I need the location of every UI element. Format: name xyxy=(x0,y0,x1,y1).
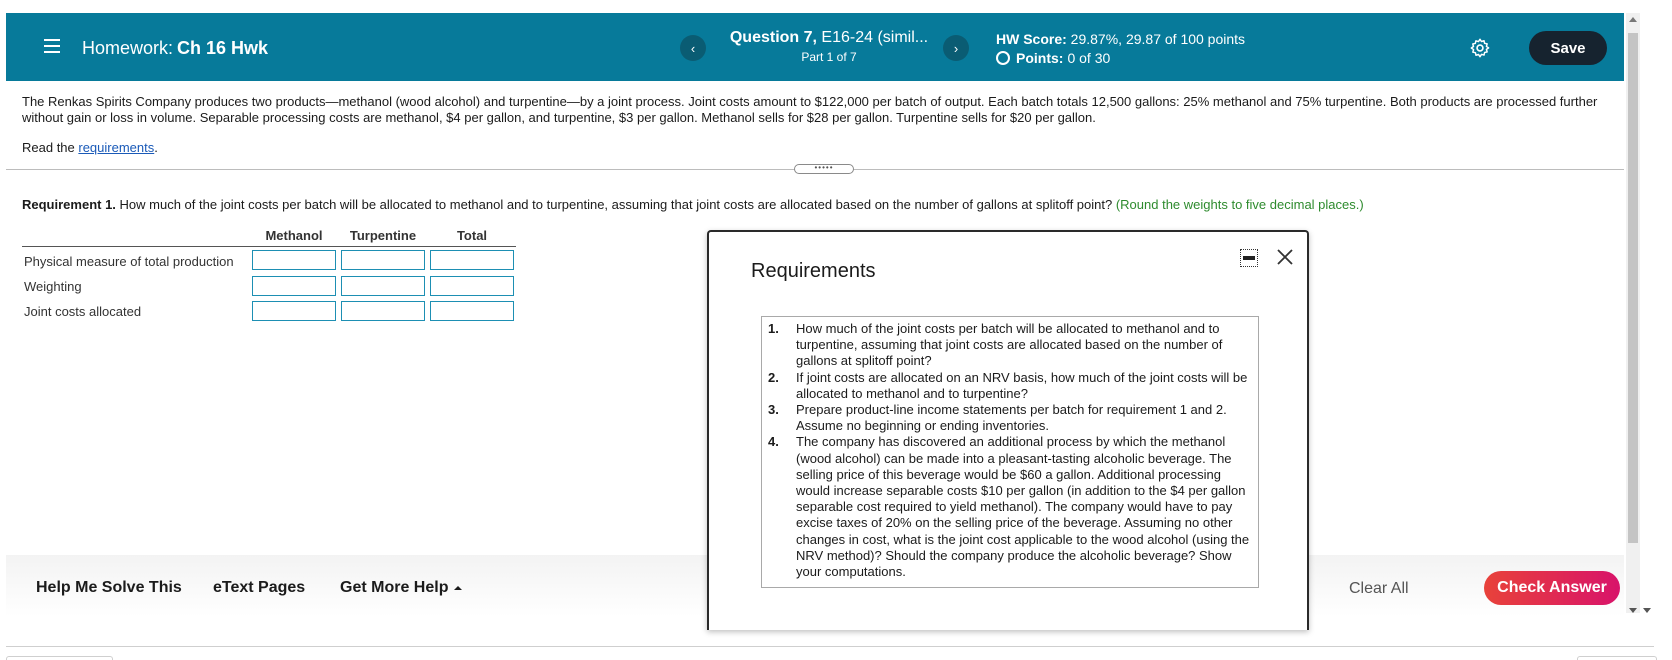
row-label-joint-costs: Joint costs allocated xyxy=(24,304,142,319)
read-suffix: . xyxy=(154,140,158,155)
table-header-rule xyxy=(22,246,516,247)
requirement-number: 2. xyxy=(768,369,779,385)
problem-statement: The Renkas Spirits Company produces two … xyxy=(22,94,1598,125)
hw-score-value: 29.87%, 29.87 of 100 points xyxy=(1066,31,1246,47)
footer-divider xyxy=(6,646,1654,647)
help-me-solve-button[interactable]: Help Me Solve This xyxy=(36,579,182,597)
next-question-button[interactable]: › xyxy=(943,35,969,61)
gear-icon[interactable] xyxy=(1469,37,1491,59)
requirement-text: Prepare product-line income statements p… xyxy=(796,402,1227,434)
input-joint-costs-methanol[interactable] xyxy=(252,301,336,321)
homework-label: Homework: xyxy=(82,38,174,58)
homework-title: Homework: Ch 16 Hwk xyxy=(82,38,268,59)
scroll-up-icon[interactable] xyxy=(1629,17,1637,22)
list-item: 3. Prepare product-line income statement… xyxy=(768,402,1254,434)
requirement-1-label: Requirement 1. xyxy=(22,197,116,212)
requirements-link[interactable]: requirements xyxy=(78,140,154,155)
close-icon[interactable] xyxy=(1275,247,1295,267)
etext-pages-button[interactable]: eText Pages xyxy=(213,579,305,597)
points-value: 0 of 30 xyxy=(1067,50,1111,66)
get-more-help-label: Get More Help xyxy=(340,579,449,596)
column-header-methanol: Methanol xyxy=(265,228,323,243)
input-joint-costs-turpentine[interactable] xyxy=(341,301,425,321)
requirement-text: How much of the joint costs per batch wi… xyxy=(796,321,1223,369)
homework-name: Ch 16 Hwk xyxy=(177,38,269,58)
column-header-turpentine: Turpentine xyxy=(349,228,417,243)
header-bar: Homework: Ch 16 Hwk ‹ Question 7, E16-24 … xyxy=(6,13,1624,81)
hw-score: HW Score: 29.87%, 29.87 of 100 points xyxy=(996,31,1245,47)
previous-question-button[interactable]: ‹ xyxy=(680,35,706,61)
input-joint-costs-total[interactable] xyxy=(430,301,514,321)
clear-all-button[interactable]: Clear All xyxy=(1349,580,1409,598)
requirement-text: If joint costs are allocated on an NRV b… xyxy=(796,369,1248,401)
input-weighting-methanol[interactable] xyxy=(252,276,336,296)
footer-tab-right[interactable] xyxy=(1577,656,1657,660)
list-item: 1. How much of the joint costs per batch… xyxy=(768,321,1254,370)
row-label-physical-measure: Physical measure of total production xyxy=(24,254,234,269)
list-item: 2. If joint costs are allocated on an NR… xyxy=(768,370,1254,402)
question-title[interactable]: Question 7, E16-24 (simil... xyxy=(724,29,934,47)
requirement-text: The company has discovered an additional… xyxy=(796,434,1250,580)
input-weighting-turpentine[interactable] xyxy=(341,276,425,296)
input-physical-turpentine[interactable] xyxy=(341,250,425,270)
dialog-title: Requirements xyxy=(751,260,876,282)
footer-tab-left[interactable] xyxy=(6,656,113,660)
requirements-dialog: Requirements 1. How much of the joint co… xyxy=(707,230,1309,630)
column-header-total: Total xyxy=(456,228,488,243)
caret-up-icon xyxy=(454,585,463,590)
scroll-thumb[interactable] xyxy=(1628,33,1638,543)
scroll-down-icon-secondary[interactable] xyxy=(1643,608,1651,613)
list-item: 4. The company has discovered an additio… xyxy=(768,434,1254,580)
points: Points: 0 of 30 xyxy=(996,50,1110,66)
input-physical-methanol[interactable] xyxy=(252,250,336,270)
requirement-number: 4. xyxy=(768,434,779,450)
scroll-down-icon[interactable] xyxy=(1629,608,1637,613)
requirement-number: 1. xyxy=(768,321,779,336)
question-number: Question 7, xyxy=(729,29,817,46)
check-answer-button[interactable]: Check Answer xyxy=(1484,571,1620,605)
get-more-help-button[interactable]: Get More Help xyxy=(340,579,463,597)
hw-score-label: HW Score: xyxy=(996,31,1067,47)
points-label: Points: xyxy=(1016,50,1064,66)
question-name: E16-24 (simil... xyxy=(816,29,929,46)
read-requirements: Read the requirements. xyxy=(22,140,158,155)
requirement-1-text: How much of the joint costs per batch wi… xyxy=(115,197,1116,212)
requirements-list: 1. How much of the joint costs per batch… xyxy=(761,316,1259,588)
row-label-weighting: Weighting xyxy=(24,279,82,294)
requirement-number: 3. xyxy=(768,402,779,418)
resize-handle[interactable]: ••••• xyxy=(794,164,854,174)
points-circle-icon xyxy=(996,51,1010,65)
page-scrollbar[interactable] xyxy=(1626,13,1640,613)
input-weighting-total[interactable] xyxy=(430,276,514,296)
requirement-1-prompt: Requirement 1. How much of the joint cos… xyxy=(22,197,1364,212)
input-physical-total[interactable] xyxy=(430,250,514,270)
minimize-icon[interactable] xyxy=(1240,249,1258,267)
rounding-hint: (Round the weights to five decimal place… xyxy=(1115,197,1364,212)
save-button[interactable]: Save xyxy=(1529,31,1607,65)
hamburger-menu-icon[interactable] xyxy=(44,39,60,53)
read-prefix: Read the xyxy=(22,140,79,155)
homework-app: Homework: Ch 16 Hwk ‹ Question 7, E16-24 … xyxy=(0,0,1672,660)
question-part: Part 1 of 7 xyxy=(801,50,857,64)
